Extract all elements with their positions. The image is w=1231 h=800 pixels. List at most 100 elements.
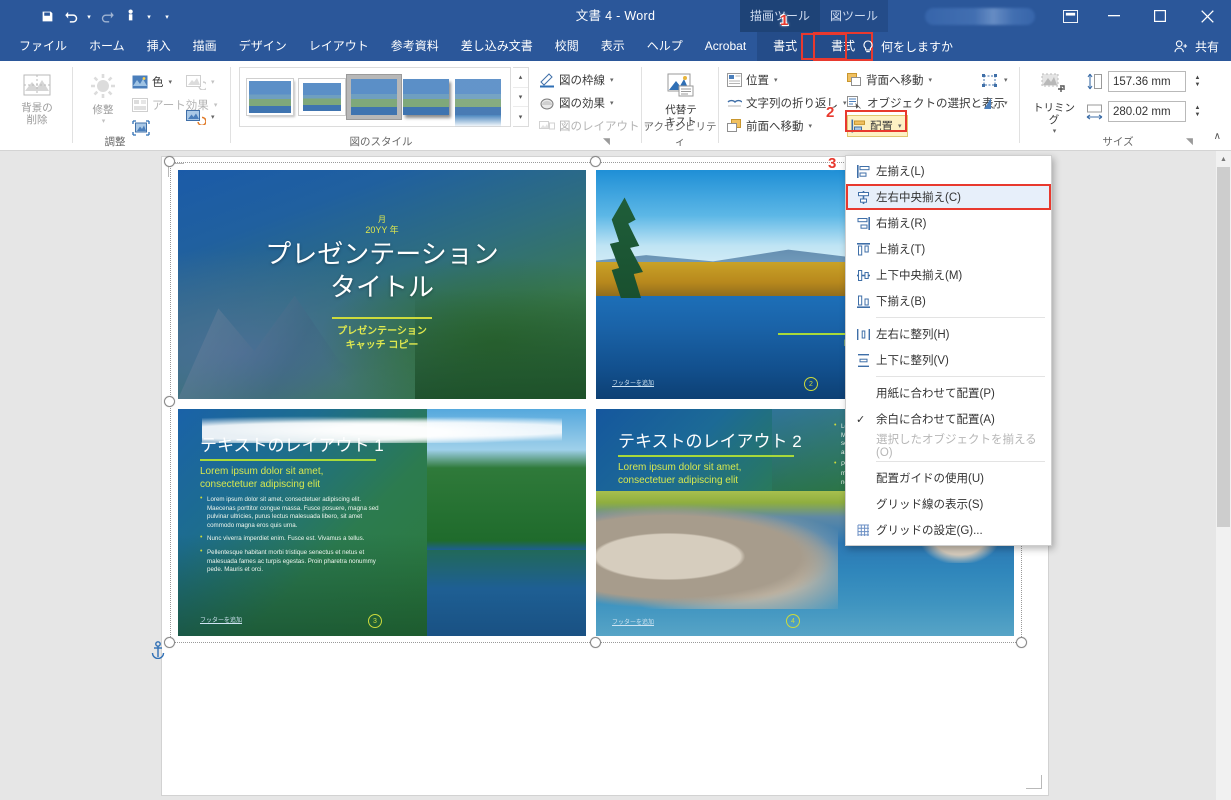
picture-style-thumb[interactable] <box>351 79 397 115</box>
menu-item-align-top[interactable]: 上揃え(T) <box>846 236 1051 262</box>
reset-picture-button[interactable]: ▾ <box>186 106 215 128</box>
resize-handle-top-left[interactable] <box>164 156 175 167</box>
width-up-icon[interactable]: ▲ <box>1195 105 1201 112</box>
height-input[interactable]: 157.36 mm <box>1108 71 1186 92</box>
tab-review[interactable]: 校閲 <box>544 32 590 61</box>
tab-draw[interactable]: 描画 <box>182 32 228 61</box>
tab-insert[interactable]: 挿入 <box>136 32 182 61</box>
menu-item-align-right[interactable]: 右揃え(R) <box>846 210 1051 236</box>
group-button[interactable]: ▾ <box>981 69 1008 91</box>
undo-icon[interactable] <box>60 5 82 27</box>
width-input[interactable]: 280.02 mm <box>1108 101 1186 122</box>
group-caret-icon[interactable]: ▾ <box>1004 76 1008 84</box>
send-backward-caret-icon[interactable]: ▾ <box>929 76 933 84</box>
resize-handle-bottom-right[interactable] <box>1016 637 1027 648</box>
slide3-bullet: Lorem ipsum dolor sit amet, consectetuer… <box>200 495 390 530</box>
corrections-button[interactable]: 修整 ▾ <box>80 69 126 128</box>
picture-effects-button[interactable]: 図の効果 ▾ <box>539 92 614 114</box>
tab-drawing-tools-format[interactable]: 書式 <box>757 32 814 61</box>
color-caret-icon[interactable]: ▾ <box>169 78 173 86</box>
tab-references[interactable]: 参考資料 <box>380 32 450 61</box>
touch-mode-icon[interactable] <box>120 5 142 27</box>
touch-mode-dropdown-icon[interactable]: ▾ <box>144 5 154 27</box>
height-down-icon[interactable]: ▼ <box>1195 82 1201 89</box>
minimize-button[interactable] <box>1091 0 1137 32</box>
tab-help[interactable]: ヘルプ <box>636 32 694 61</box>
picture-styles-gallery[interactable] <box>239 67 511 127</box>
crop-button[interactable]: トリミング ▾ <box>1028 69 1080 138</box>
width-stepper[interactable]: ▲ ▼ <box>1191 101 1204 122</box>
picture-style-thumb[interactable] <box>298 78 346 116</box>
height-stepper[interactable]: ▲ ▼ <box>1191 71 1204 92</box>
menu-item-align-selected-objects[interactable]: 選択したオブジェクトを揃える(O) <box>846 432 1051 459</box>
picture-style-thumb[interactable] <box>247 79 293 115</box>
undo-dropdown-icon[interactable]: ▾ <box>84 5 94 27</box>
change-picture-button[interactable]: ▾ <box>186 71 215 93</box>
wrap-text-caret-icon[interactable]: ▾ <box>843 99 847 107</box>
menu-item-align-middle[interactable]: 上下中央揃え(M) <box>846 262 1051 288</box>
corrections-caret-icon[interactable]: ▾ <box>102 116 106 128</box>
tab-design[interactable]: デザイン <box>228 32 298 61</box>
ribbon-group-arrange: 位置 ▾ 文字列の折り返し ▾ 前面へ移動 ▾ 背面へ移動 ▾ オブジェクトの選… <box>719 61 1019 151</box>
menu-item-grid-settings[interactable]: グリッドの設定(G)... <box>846 517 1051 543</box>
position-caret-icon[interactable]: ▾ <box>774 76 778 84</box>
ribbon-display-options-icon[interactable] <box>1058 6 1082 26</box>
tab-view[interactable]: 表示 <box>590 32 636 61</box>
reset-picture-caret-icon[interactable]: ▾ <box>211 113 215 121</box>
tab-file[interactable]: ファイル <box>8 32 78 61</box>
rotate-button[interactable]: ▾ <box>981 92 1008 114</box>
menu-item-align-bottom[interactable]: 下揃え(B) <box>846 288 1051 314</box>
menu-item-use-alignment-guides[interactable]: 配置ガイドの使用(U) <box>846 465 1051 491</box>
resize-handle-bottom-center[interactable] <box>590 637 601 648</box>
picture-border-button[interactable]: 図の枠線 ▾ <box>539 69 614 91</box>
gallery-more-icon[interactable]: ▾ <box>513 107 528 126</box>
maximize-button[interactable] <box>1137 0 1183 32</box>
align-caret-icon[interactable]: ▾ <box>898 122 902 130</box>
menu-item-label: 下揃え(B) <box>876 296 926 308</box>
picture-styles-dialog-launcher[interactable]: ◥ <box>603 136 610 147</box>
tab-home[interactable]: ホーム <box>78 32 136 61</box>
picture-style-thumb[interactable] <box>403 79 449 115</box>
close-button[interactable] <box>1183 0 1231 32</box>
menu-item-view-gridlines[interactable]: グリッド線の表示(S) <box>846 491 1051 517</box>
tell-me-box[interactable]: 何をしますか <box>862 32 953 61</box>
picture-effects-caret-icon[interactable]: ▾ <box>610 99 614 107</box>
save-icon[interactable] <box>36 5 58 27</box>
gallery-scroll-down-icon[interactable]: ▾ <box>513 88 528 108</box>
position-button[interactable]: 位置 ▾ <box>727 69 778 91</box>
share-button[interactable]: 共有 <box>1174 32 1219 61</box>
remove-background-button[interactable]: 背景の 削除 <box>8 69 66 126</box>
menu-item-align-to-margin[interactable]: ✓ 余白に合わせて配置(A) <box>846 406 1051 432</box>
picture-layout-button[interactable]: 図のレイアウト ▾ <box>539 115 648 137</box>
customize-qat-icon[interactable]: ▾ <box>162 5 172 27</box>
send-backward-button[interactable]: 背面へ移動 ▾ <box>847 69 932 91</box>
menu-item-align-center[interactable]: 左右中央揃え(C) <box>846 184 1051 210</box>
scroll-up-icon[interactable]: ▲ <box>1216 151 1231 167</box>
rotate-caret-icon[interactable]: ▾ <box>1004 99 1008 107</box>
gallery-scroll-up-icon[interactable]: ▴ <box>513 68 528 88</box>
bring-forward-caret-icon[interactable]: ▾ <box>809 122 813 130</box>
height-up-icon[interactable]: ▲ <box>1195 75 1201 82</box>
menu-item-distribute-horizontally[interactable]: 左右に整列(H) <box>846 321 1051 347</box>
menu-item-align-to-page[interactable]: 用紙に合わせて配置(P) <box>846 380 1051 406</box>
resize-handle-middle-left[interactable] <box>164 396 175 407</box>
resize-handle-top-center[interactable] <box>590 156 601 167</box>
width-down-icon[interactable]: ▼ <box>1195 112 1201 119</box>
picture-style-thumb[interactable] <box>455 79 501 127</box>
change-picture-caret-icon[interactable]: ▾ <box>211 78 215 86</box>
menu-item-align-left[interactable]: 左揃え(L) <box>846 158 1051 184</box>
color-button[interactable]: 色 ▾ <box>132 71 172 93</box>
anchor-icon[interactable] <box>150 641 166 659</box>
tab-acrobat[interactable]: Acrobat <box>694 32 757 61</box>
tab-mailings[interactable]: 差し込み文書 <box>450 32 544 61</box>
vertical-scrollbar[interactable]: ▲ <box>1216 151 1231 800</box>
scrollbar-thumb[interactable] <box>1217 167 1230 527</box>
tab-layout[interactable]: レイアウト <box>298 32 380 61</box>
bring-forward-button[interactable]: 前面へ移動 ▾ <box>727 115 812 137</box>
align-center-icon <box>850 190 876 204</box>
redo-icon[interactable] <box>96 5 118 27</box>
align-button[interactable]: 配置 ▾ <box>847 115 908 137</box>
menu-item-distribute-vertically[interactable]: 上下に整列(V) <box>846 347 1051 373</box>
picture-border-caret-icon[interactable]: ▾ <box>610 76 614 84</box>
collapse-ribbon-icon[interactable]: ∧ <box>1214 131 1221 142</box>
